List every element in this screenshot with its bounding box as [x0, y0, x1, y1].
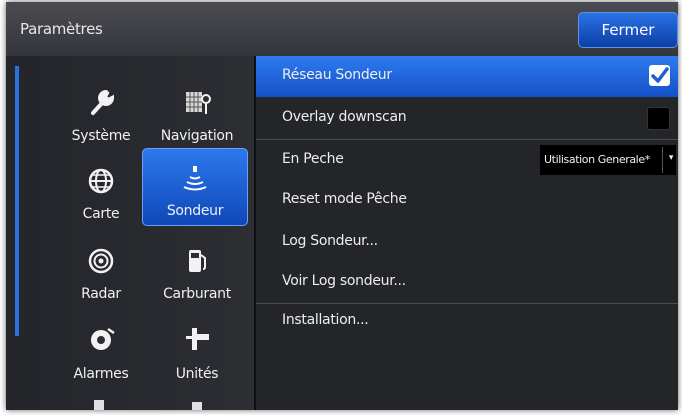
- setting-label: Log Sondeur...: [282, 233, 378, 249]
- setting-label: Installation...: [282, 312, 369, 328]
- setting-label: Reset mode Pêche: [282, 191, 407, 207]
- sidebar-item-label: Sondeur: [166, 203, 224, 219]
- sidebar-item-alarmes[interactable]: Alarmes: [50, 314, 152, 388]
- setting-voir-log[interactable]: Voir Log sondeur...: [256, 262, 678, 302]
- setting-log-sondeur[interactable]: Log Sondeur...: [256, 222, 678, 262]
- title-bar: Paramètres Fermer: [6, 2, 678, 57]
- dropdown-separator: [662, 147, 663, 173]
- units-icon: [146, 324, 248, 354]
- page-title: Paramètres: [20, 20, 103, 38]
- sidebar-item-label: Carburant: [163, 286, 231, 302]
- fishing-mode-dropdown[interactable]: Utilisation Generale* ▾: [540, 145, 676, 175]
- setting-reset-mode[interactable]: Reset mode Pêche: [256, 180, 678, 220]
- navigation-chart-icon: [146, 88, 248, 118]
- sidebar-item-label: Navigation: [160, 128, 234, 144]
- globe-icon: [50, 166, 152, 196]
- settings-window: Paramètres Fermer Système Navigation Car…: [6, 2, 678, 410]
- sidebar-item-sondeur[interactable]: Sondeur: [142, 148, 248, 226]
- settings-sidebar: Système Navigation Carte Sondeur Radar C…: [6, 56, 254, 410]
- sidebar-accent-bar: [15, 66, 19, 336]
- sidebar-item-unites[interactable]: Unités: [146, 314, 248, 388]
- partial-icon: [192, 402, 202, 410]
- sidebar-item-carte[interactable]: Carte: [50, 156, 152, 230]
- wrench-icon: [50, 88, 152, 118]
- setting-label: Overlay downscan: [282, 109, 407, 125]
- sidebar-item-systeme[interactable]: Système: [50, 78, 152, 152]
- alarm-icon: [50, 324, 152, 354]
- sidebar-item-label: Carte: [82, 206, 120, 222]
- sidebar-item-carburant[interactable]: Carburant: [146, 236, 248, 310]
- sidebar-item-label: Radar: [81, 286, 121, 302]
- sidebar-item-label: Unités: [175, 366, 219, 382]
- sidebar-item-radar[interactable]: Radar: [50, 236, 152, 310]
- overlay-downscan-checkbox[interactable]: [647, 107, 670, 130]
- setting-en-peche[interactable]: En Peche Utilisation Generale* ▾: [256, 139, 678, 180]
- sidebar-item-navigation[interactable]: Navigation: [146, 78, 248, 152]
- setting-installation[interactable]: Installation...: [256, 303, 678, 344]
- setting-label: Voir Log sondeur...: [282, 273, 406, 289]
- setting-reseau-sondeur[interactable]: Réseau Sondeur: [256, 56, 678, 97]
- sidebar-item-label: Système: [71, 128, 131, 144]
- checkmark-icon: [651, 67, 669, 83]
- dropdown-value: Utilisation Generale*: [544, 153, 650, 166]
- radar-icon: [50, 246, 152, 276]
- close-button[interactable]: Fermer: [578, 12, 678, 48]
- setting-label: En Peche: [282, 151, 344, 167]
- partial-icon: [94, 400, 104, 410]
- fuel-pump-icon: [146, 246, 248, 276]
- chevron-down-icon: ▾: [668, 153, 674, 163]
- setting-label: Réseau Sondeur: [282, 67, 392, 83]
- sonar-icon: [143, 163, 247, 193]
- reseau-sondeur-checkbox[interactable]: [649, 65, 670, 86]
- sidebar-item-label: Alarmes: [73, 366, 129, 382]
- setting-overlay-downscan[interactable]: Overlay downscan: [256, 98, 678, 138]
- settings-panel: Réseau Sondeur Overlay downscan En Peche…: [256, 56, 678, 410]
